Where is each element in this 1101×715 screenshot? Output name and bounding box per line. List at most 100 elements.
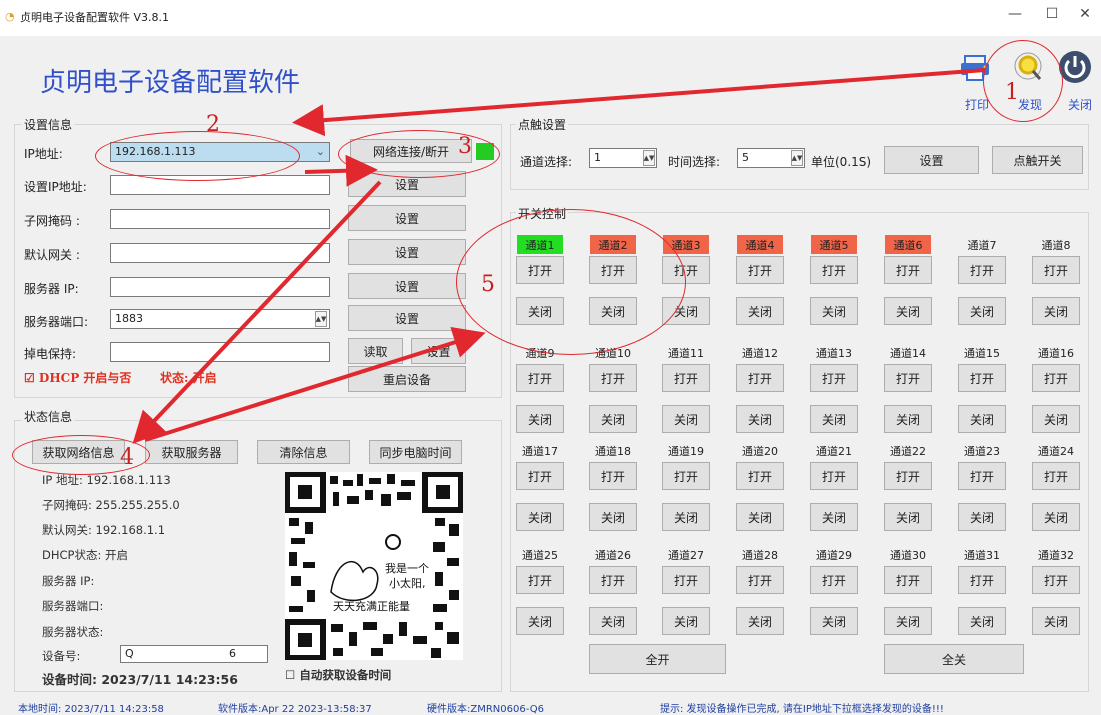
open-channel-22-button[interactable]: 打开 (884, 462, 932, 490)
open-channel-32-button[interactable]: 打开 (1032, 566, 1080, 594)
close-channel-24-button[interactable]: 关闭 (1032, 503, 1080, 531)
close-channel-5-button[interactable]: 关闭 (810, 297, 858, 325)
close-channel-17-button[interactable]: 关闭 (516, 503, 564, 531)
pulse-switch-button[interactable]: 点触开关 (992, 146, 1083, 174)
close-channel-13-button[interactable]: 关闭 (810, 405, 858, 433)
open-channel-14-button[interactable]: 打开 (884, 364, 932, 392)
dhcp-checkbox[interactable]: ☑ DHCP 开启与否 (24, 369, 131, 386)
close-channel-25-button[interactable]: 关闭 (516, 607, 564, 635)
open-channel-5-button[interactable]: 打开 (810, 256, 858, 284)
open-channel-20-button[interactable]: 打开 (736, 462, 784, 490)
spin-icon[interactable]: ▲▼ (643, 150, 655, 166)
close-channel-18-button[interactable]: 关闭 (589, 503, 637, 531)
open-channel-27-button[interactable]: 打开 (662, 566, 710, 594)
open-channel-16-button[interactable]: 打开 (1032, 364, 1080, 392)
device-no-input[interactable]: Q 6 (120, 645, 268, 663)
close-channel-16-button[interactable]: 关闭 (1032, 405, 1080, 433)
open-channel-24-button[interactable]: 打开 (1032, 462, 1080, 490)
set-server-port-button[interactable]: 设置 (348, 305, 466, 331)
close-channel-10-button[interactable]: 关闭 (589, 405, 637, 433)
close-channel-26-button[interactable]: 关闭 (589, 607, 637, 635)
close-channel-4-button[interactable]: 关闭 (736, 297, 784, 325)
settings-group-label: 设置信息 (22, 116, 75, 133)
close-channel-9-button[interactable]: 关闭 (516, 405, 564, 433)
open-channel-4-button[interactable]: 打开 (736, 256, 784, 284)
open-channel-31-button[interactable]: 打开 (958, 566, 1006, 594)
set-mask-button[interactable]: 设置 (348, 205, 466, 231)
spin-icon[interactable]: ▲▼ (315, 311, 327, 327)
open-channel-8-button[interactable]: 打开 (1032, 256, 1080, 284)
sync-time-button[interactable]: 同步电脑时间 (369, 440, 462, 464)
open-channel-11-button[interactable]: 打开 (662, 364, 710, 392)
open-channel-30-button[interactable]: 打开 (884, 566, 932, 594)
spin-icon[interactable]: ▲▼ (791, 150, 803, 166)
annotation-number-1: 1 (1005, 80, 1019, 105)
close-channel-20-button[interactable]: 关闭 (736, 503, 784, 531)
app-icon: ◔ (5, 10, 15, 23)
close-channel-6-button[interactable]: 关闭 (884, 297, 932, 325)
close-channel-14-button[interactable]: 关闭 (884, 405, 932, 433)
minimize-button[interactable]: — (1000, 6, 1030, 22)
pulse-set-button[interactable]: 设置 (884, 146, 979, 174)
server-port-value: 1883 (115, 312, 143, 325)
channel-spinner[interactable]: 1 ▲▼ (589, 148, 657, 168)
set-power-hold-button[interactable]: 设置 (411, 338, 466, 364)
close-channel-31-button[interactable]: 关闭 (958, 607, 1006, 635)
open-channel-10-button[interactable]: 打开 (589, 364, 637, 392)
set-server-ip-button[interactable]: 设置 (348, 273, 466, 299)
open-channel-29-button[interactable]: 打开 (810, 566, 858, 594)
open-channel-9-button[interactable]: 打开 (516, 364, 564, 392)
close-channel-27-button[interactable]: 关闭 (662, 607, 710, 635)
open-channel-12-button[interactable]: 打开 (736, 364, 784, 392)
mask-input[interactable] (110, 209, 330, 229)
read-button[interactable]: 读取 (348, 338, 403, 364)
clear-info-button[interactable]: 清除信息 (257, 440, 350, 464)
open-channel-28-button[interactable]: 打开 (736, 566, 784, 594)
open-channel-23-button[interactable]: 打开 (958, 462, 1006, 490)
close-channel-7-button[interactable]: 关闭 (958, 297, 1006, 325)
restart-button[interactable]: 重启设备 (348, 366, 466, 392)
channel-label-13: 通道13 (816, 346, 852, 360)
close-channel-19-button[interactable]: 关闭 (662, 503, 710, 531)
open-channel-15-button[interactable]: 打开 (958, 364, 1006, 392)
open-channel-6-button[interactable]: 打开 (884, 256, 932, 284)
close-channel-28-button[interactable]: 关闭 (736, 607, 784, 635)
close-channel-29-button[interactable]: 关闭 (810, 607, 858, 635)
gateway-label: 默认网关 : (24, 248, 80, 262)
power-hold-input[interactable] (110, 342, 330, 362)
open-channel-18-button[interactable]: 打开 (589, 462, 637, 490)
open-channel-19-button[interactable]: 打开 (662, 462, 710, 490)
annotation-number-2: 2 (206, 112, 220, 137)
close-channel-15-button[interactable]: 关闭 (958, 405, 1006, 433)
open-channel-7-button[interactable]: 打开 (958, 256, 1006, 284)
open-channel-26-button[interactable]: 打开 (589, 566, 637, 594)
all-on-button[interactable]: 全开 (589, 644, 726, 674)
shutdown-button[interactable] (1058, 50, 1092, 87)
gateway-input[interactable] (110, 243, 330, 263)
channel-label-12: 通道12 (742, 346, 778, 360)
close-channel-32-button[interactable]: 关闭 (1032, 607, 1080, 635)
all-off-button[interactable]: 全关 (884, 644, 1024, 674)
server-ip-input[interactable] (110, 277, 330, 297)
open-channel-13-button[interactable]: 打开 (810, 364, 858, 392)
auto-time-checkbox[interactable]: ☐ 自动获取设备时间 (285, 667, 391, 683)
close-channel-11-button[interactable]: 关闭 (662, 405, 710, 433)
close-channel-8-button[interactable]: 关闭 (1032, 297, 1080, 325)
close-channel-23-button[interactable]: 关闭 (958, 503, 1006, 531)
channel-label-28: 通道28 (742, 548, 778, 562)
hint-text: 提示: 发现设备操作已完成, 请在IP地址下拉框选择发现的设备!!! (660, 704, 944, 715)
server-port-input[interactable]: 1883 ▲▼ (110, 309, 330, 329)
time-spinner[interactable]: 5 ▲▼ (737, 148, 805, 168)
channel-label-6: 通道6 (885, 235, 931, 254)
set-gateway-button[interactable]: 设置 (348, 239, 466, 265)
close-channel-21-button[interactable]: 关闭 (810, 503, 858, 531)
maximize-button[interactable]: ☐ (1037, 6, 1067, 22)
close-window-button[interactable]: ✕ (1070, 6, 1100, 22)
open-channel-21-button[interactable]: 打开 (810, 462, 858, 490)
close-channel-30-button[interactable]: 关闭 (884, 607, 932, 635)
close-channel-12-button[interactable]: 关闭 (736, 405, 784, 433)
close-channel-22-button[interactable]: 关闭 (884, 503, 932, 531)
open-channel-25-button[interactable]: 打开 (516, 566, 564, 594)
open-channel-17-button[interactable]: 打开 (516, 462, 564, 490)
get-server-button[interactable]: 获取服务器 (145, 440, 238, 464)
